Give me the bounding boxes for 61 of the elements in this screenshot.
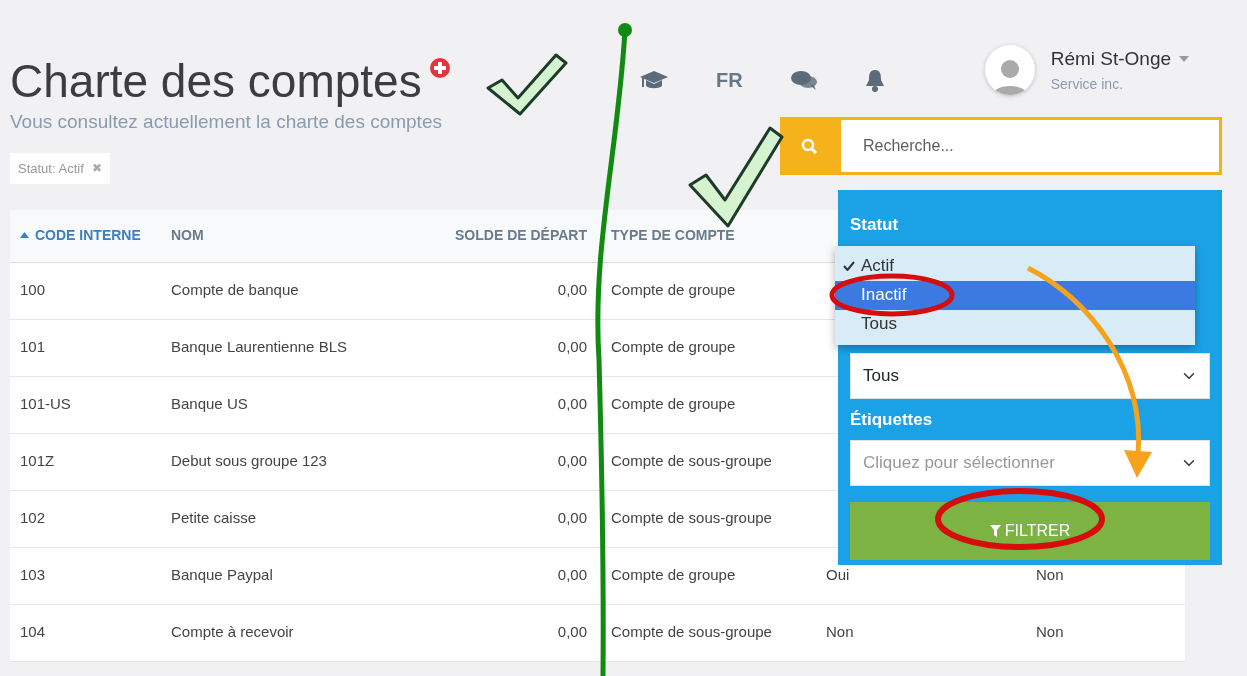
company-name: Service inc. [1050,74,1125,94]
column-header[interactable]: TYPE DE COMPTE [597,210,825,262]
table-cell: Petite caisse [171,509,257,527]
table-cell: Non [1036,566,1064,584]
graduation-cap-icon[interactable] [640,69,668,91]
status-select[interactable]: Tous [850,352,1210,399]
table-cell: Debut sous groupe 123 [171,452,327,470]
column-header[interactable]: CODE INTERNE [10,210,170,262]
search-icon [801,138,817,154]
dropdown-option[interactable]: Inactif [835,280,1195,310]
table-cell: Banque US [171,395,248,413]
field-label: Statut [850,214,900,236]
language-selector[interactable]: FR [716,65,743,95]
annotation-dot [618,23,632,37]
filter-chip-label: Statut: Actif [18,159,84,178]
caret-icon[interactable] [1179,56,1190,63]
remove-filter-button[interactable]: ✖ [91,159,102,178]
chat-icon[interactable] [790,70,817,90]
filter-icon [989,525,1001,537]
table-cell: 101Z [20,452,55,470]
dropdown-option[interactable]: Actif [835,251,1195,281]
bell-icon[interactable] [864,68,885,92]
table-cell: Oui [826,566,850,584]
avatar-icon[interactable] [984,45,1035,95]
table-cell: 101 [20,338,46,356]
table-cell: Compte de banque [171,281,299,299]
table-cell: Banque Laurentienne BLS [171,338,347,356]
table-cell: Compte de sous-groupe [611,509,772,527]
user-name[interactable]: Rémi St-Onge [1050,45,1172,74]
field-label: Étiquettes [850,408,934,431]
table-cell: 0,00 [557,566,587,584]
tags-select[interactable]: Cliquez pour sélectionner [850,440,1210,486]
column-header[interactable]: NOM [170,210,420,262]
table-cell: 0,00 [557,623,587,641]
dropdown-option[interactable]: Tous [835,309,1195,339]
table-cell: Non [826,623,854,641]
table-cell: 0,00 [557,395,587,413]
table-cell: 101-US [20,395,71,413]
column-header[interactable]: SOLDE DE DÉPART [420,210,597,262]
table-cell: Compte de groupe [611,566,736,584]
table-cell: Compte de groupe [611,338,736,356]
check-icon [843,261,855,271]
table-cell: Compte de sous-groupe [611,452,772,470]
table-cell: Non [1036,623,1064,641]
page-subtitle: Vous consultez actuellement la charte des comptes [10,110,443,134]
table-cell: 0,00 [557,509,587,527]
table-cell: 100 [20,281,46,299]
table-cell: Compte de groupe [611,281,736,299]
table-cell: Compte à recevoir [171,623,294,641]
add-icon[interactable] [429,58,450,78]
table-cell: 0,00 [557,452,587,470]
filter-button[interactable]: FILTRER [850,502,1210,560]
table-cell: 0,00 [557,281,587,299]
table-cell: Compte de groupe [611,395,736,413]
table-cell: Banque Paypal [171,566,273,584]
search-field[interactable]: Recherche... [838,117,1222,175]
table-cell: 103 [20,566,46,584]
table-cell: Compte de sous-groupe [611,623,772,641]
table-cell: 102 [20,509,46,527]
table-cell: 0,00 [557,338,587,356]
table-cell: 104 [20,623,46,641]
